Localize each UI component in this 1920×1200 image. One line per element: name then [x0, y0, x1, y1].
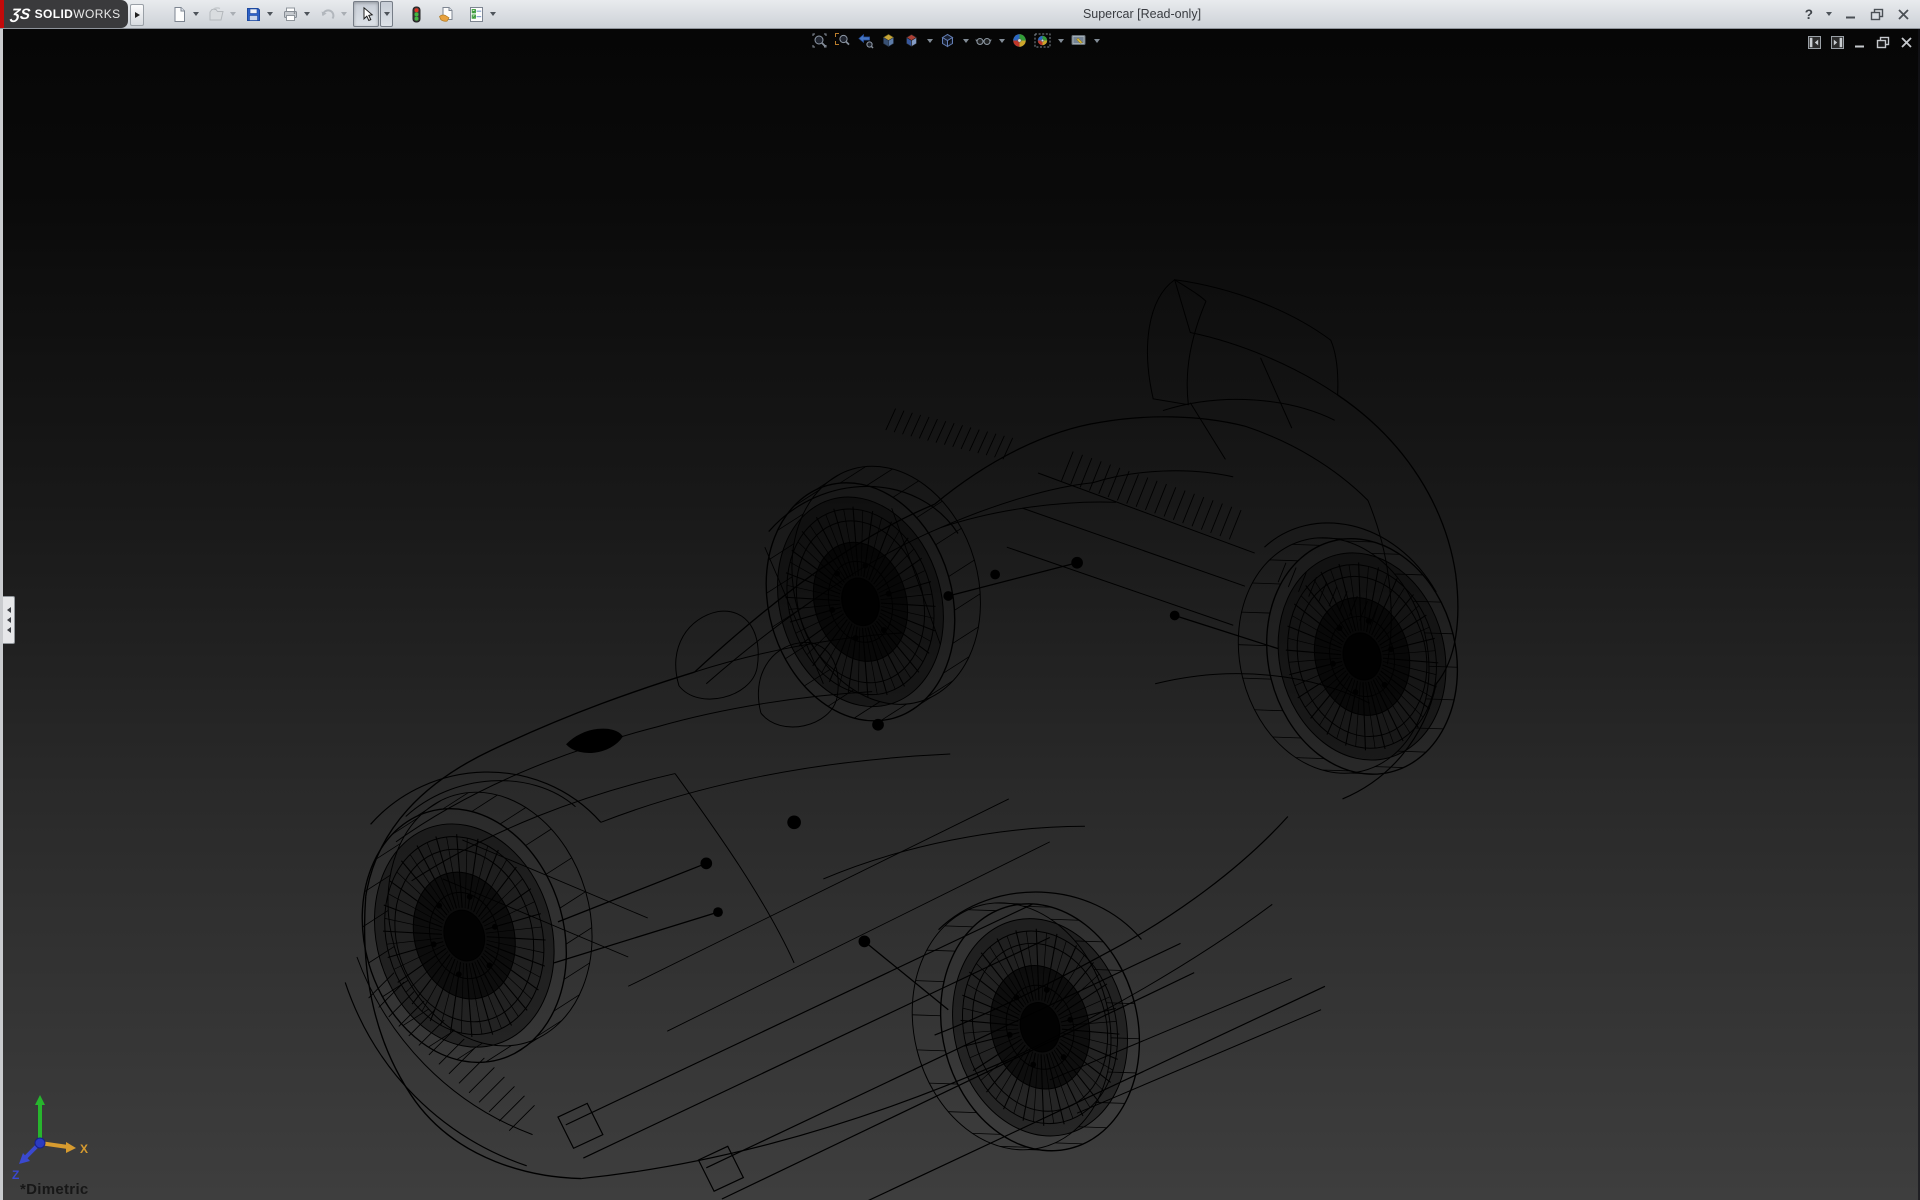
featuremanager-collapse-tab[interactable]: [3, 596, 15, 644]
solidworks-window: ƷS SOLIDWORKS Supercar [Read-only] ? X: [0, 0, 1920, 1200]
chevron-down-icon: [1094, 39, 1100, 43]
chevron-down-icon: [304, 12, 310, 16]
view-settings-button[interactable]: [1069, 31, 1088, 50]
display-style-dropdown[interactable]: [961, 31, 970, 50]
chevron-down-icon: [193, 12, 199, 16]
triad-x-label: X: [80, 1142, 88, 1156]
view-orientation-button[interactable]: [902, 31, 921, 50]
pane-previous-button[interactable]: [1808, 36, 1821, 49]
chevron-down-icon: [963, 39, 969, 43]
display-style-button[interactable]: [938, 31, 957, 50]
expand-arrow-icon: [135, 12, 140, 18]
view-settings-dropdown[interactable]: [1092, 31, 1101, 50]
restore-document-button[interactable]: [1876, 36, 1890, 49]
new-document-dropdown[interactable]: [190, 3, 201, 25]
select-cursor-button[interactable]: [353, 1, 379, 27]
save-dropdown[interactable]: [264, 3, 275, 25]
hide-show-items-dropdown[interactable]: [997, 31, 1006, 50]
view-orientation-dropdown[interactable]: [925, 31, 934, 50]
window-controls: ?: [1805, 0, 1910, 28]
save-button[interactable]: [242, 3, 264, 25]
solidworks-logo: ƷS SOLIDWORKS: [4, 0, 128, 28]
chevron-down-icon: [230, 12, 236, 16]
document-window-controls: [1808, 36, 1913, 49]
graphics-area[interactable]: X Z *Dimetric: [0, 29, 1920, 1200]
view-orientation-label: *Dimetric: [20, 1181, 89, 1198]
wheel: [1214, 511, 1482, 802]
edit-appearance-button[interactable]: [1010, 31, 1029, 50]
collapse-arrow-icon: [7, 617, 11, 623]
file-properties-button[interactable]: [435, 3, 457, 25]
collapse-arrow-icon: [7, 627, 11, 633]
minimize-document-button[interactable]: [1854, 37, 1866, 49]
apply-scene-button[interactable]: [1033, 31, 1052, 50]
wireframe-car-model[interactable]: [0, 29, 1920, 1200]
chevron-down-icon: [267, 12, 273, 16]
apply-scene-dropdown[interactable]: [1056, 31, 1065, 50]
options-checklist-button[interactable]: [465, 3, 487, 25]
document-title: Supercar [Read-only]: [1083, 0, 1201, 28]
print-dropdown[interactable]: [301, 3, 312, 25]
reference-triad: X Z: [6, 1091, 98, 1191]
print-button[interactable]: [279, 3, 301, 25]
chevron-down-icon: [999, 39, 1005, 43]
solidworks-logo-solid: SOLID: [35, 7, 74, 21]
previous-view-button[interactable]: [856, 31, 875, 50]
standard-toolbar: [168, 0, 502, 28]
new-document-button[interactable]: [168, 3, 190, 25]
zoom-to-area-button[interactable]: [833, 31, 852, 50]
pane-next-button[interactable]: [1831, 36, 1844, 49]
chevron-down-icon: [1826, 12, 1832, 16]
triad-z-label: Z: [12, 1168, 19, 1182]
minimize-window-button[interactable]: [1845, 8, 1857, 20]
menu-expand-button[interactable]: [130, 4, 144, 26]
options-checklist-dropdown[interactable]: [487, 3, 498, 25]
wireframe-car: [331, 280, 1482, 1200]
chevron-down-icon: [384, 12, 390, 16]
zoom-to-fit-button[interactable]: [810, 31, 829, 50]
select-cursor-dropdown[interactable]: [380, 1, 393, 27]
section-view-button[interactable]: [879, 31, 898, 50]
triad-origin: [35, 1138, 45, 1148]
rebuild-traffic-light-button[interactable]: [405, 3, 427, 25]
undo-dropdown: [338, 3, 349, 25]
wheel: [331, 768, 624, 1087]
close-window-button[interactable]: [1897, 8, 1910, 21]
chevron-down-icon: [1058, 39, 1064, 43]
chevron-down-icon: [490, 12, 496, 16]
help-button[interactable]: ?: [1805, 7, 1813, 22]
close-document-button[interactable]: [1900, 36, 1913, 49]
chevron-down-icon: [927, 39, 933, 43]
help-icon: ?: [1805, 7, 1813, 22]
chevron-down-icon: [341, 12, 347, 16]
open-folder-dropdown: [227, 3, 238, 25]
undo-button: [316, 3, 338, 25]
titlebar: ƷS SOLIDWORKS Supercar [Read-only] ?: [0, 0, 1920, 29]
wheel: [887, 875, 1165, 1179]
open-folder-button: [205, 3, 227, 25]
triad-x-arrow: [66, 1142, 76, 1153]
collapse-arrow-icon: [7, 607, 11, 613]
solidworks-logo-works: WORKS: [73, 7, 120, 21]
headsup-view-toolbar: [810, 31, 1101, 50]
help-dropdown[interactable]: [1826, 12, 1832, 16]
wheel: [737, 444, 1011, 744]
triad-y-arrow: [35, 1095, 45, 1105]
restore-window-button[interactable]: [1870, 8, 1884, 21]
solidworks-logo-mark: ƷS: [10, 6, 32, 23]
hide-show-items-button[interactable]: [974, 31, 993, 50]
